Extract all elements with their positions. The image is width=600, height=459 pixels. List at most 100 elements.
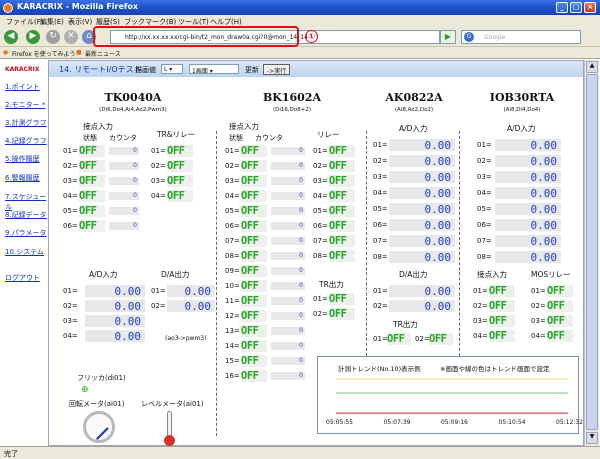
menu-edit[interactable]: 編集(E) (40, 17, 64, 27)
analog-value: 0.00 (495, 171, 561, 184)
flicker-label: フリッカ(di01) (77, 374, 126, 382)
screen-select[interactable]: 1画面 ▾ (189, 64, 239, 75)
analog-row: 06= 0.00 (477, 219, 561, 232)
go-button[interactable]: ▶ (440, 30, 456, 44)
sidebar-item-record-graph[interactable]: 4.記録グラフ (5, 136, 47, 146)
search-input[interactable]: Google (461, 30, 581, 44)
scroll-down-icon[interactable]: ▼ (586, 432, 598, 444)
run-button[interactable]: ->実行 (263, 64, 291, 75)
status-value: OFF (547, 285, 573, 297)
status-value: OFF (167, 175, 193, 187)
bookmark-getting-started[interactable]: Firefox を使ってみよう (12, 49, 75, 58)
level-meter-label: レベルメータ(ai01) (141, 400, 204, 408)
status-value: OFF (241, 310, 267, 322)
module-spec: (Ai8,Di4,Do4) (503, 107, 541, 113)
trend-time-label: 05:10:54 (498, 419, 526, 426)
divider (459, 131, 460, 356)
status-value: OFF (547, 300, 573, 312)
sidebar-item-system[interactable]: 10.システム (5, 247, 44, 257)
counter-value: 0 (271, 357, 305, 365)
vertical-scrollbar[interactable]: ▲ ▼ (584, 60, 599, 446)
sidebar-item-record-data[interactable]: 8.記録データ (5, 210, 47, 220)
sidebar-item-logout[interactable]: ログアウト (5, 273, 40, 283)
channel-label: 06= (63, 222, 78, 230)
state-label: 状態 (229, 134, 243, 142)
bookmark-latest-news[interactable]: 最新ニュース (85, 49, 121, 58)
close-button[interactable]: × (584, 2, 596, 13)
counter-value: 0 (271, 252, 305, 260)
stop-icon[interactable]: ✕ (64, 30, 78, 44)
reload-icon[interactable]: ↻ (46, 30, 60, 44)
draw-value-select[interactable]: L ▾ (161, 64, 183, 74)
trend-chart-panel: 計測トレンド(No.10)表示例 ※画面や線の色はトレンド画面で設定 05:05… (317, 356, 583, 434)
counter-value: 0 (271, 372, 305, 380)
status-value: OFF (241, 265, 267, 277)
analog-row: 07= 0.00 (373, 235, 455, 248)
io-row: 03= OFF (151, 175, 193, 187)
io-row: 05= OFF (313, 205, 355, 217)
io-row: 04= OFF (473, 330, 515, 342)
io-row: 13= OFF 0 (225, 325, 305, 337)
status-text: 完了 (4, 450, 18, 458)
analog-row: 02= 0.00 (373, 155, 455, 168)
status-value: OFF (241, 370, 267, 382)
module-title: AK0822A (385, 91, 443, 104)
module-title: TK0040A (104, 91, 162, 104)
io-row: 01= OFF 0 (225, 145, 305, 157)
sidebar-item-point[interactable]: 1.ポイント (5, 82, 40, 92)
status-value: OFF (241, 295, 267, 307)
channel-label: 06= (373, 221, 388, 229)
counter-value: 0 (271, 192, 305, 200)
channel-label: 08= (373, 253, 388, 261)
analog-row: 04= 0.00 (63, 330, 145, 343)
counter-value: 0 (271, 282, 305, 290)
channel-label: 04= (473, 332, 488, 340)
status-value: OFF (241, 340, 267, 352)
google-icon[interactable]: G (464, 32, 474, 42)
analog-value: 0.00 (495, 139, 561, 152)
channel-label: 06= (313, 222, 328, 230)
sidebar-item-monitor[interactable]: 2.モニター * (5, 100, 45, 110)
bookmarks-toolbar: ● Firefox を使ってみよう ■ 最新ニュース (0, 47, 600, 59)
menu-file[interactable]: ファイル(F) (6, 17, 44, 27)
channel-label: 03= (151, 177, 166, 185)
di-label: 接点入力 (229, 122, 259, 131)
counter-value: 0 (271, 342, 305, 350)
pwm-note: (ao3->pwm3) (165, 335, 207, 342)
io-row: 02= OFF (473, 300, 515, 312)
channel-label: 04= (225, 192, 240, 200)
status-value: OFF (329, 293, 355, 305)
channel-label: 04= (477, 189, 492, 197)
io-row: 01= OFF (313, 293, 355, 305)
analog-value: 0.00 (85, 300, 145, 313)
maximize-button[interactable]: □ (570, 2, 582, 13)
status-value: OFF (241, 250, 267, 262)
io-row: 06= OFF 0 (225, 220, 305, 232)
channel-label: 02= (151, 162, 166, 170)
menu-view[interactable]: 表示(V) (68, 17, 92, 27)
counter-value: 0 (109, 222, 139, 230)
sidebar-item-alarm-history[interactable]: 6.警報履歴 (5, 173, 40, 183)
sidebar-item-measure-graph[interactable]: 3.計測グラフ (5, 118, 47, 128)
analog-row: 01= 0.00 (63, 285, 145, 298)
channel-label: 10= (225, 282, 240, 290)
analog-row: 07= 0.00 (477, 235, 561, 248)
sidebar-item-schedule[interactable]: 7.スケジュール (5, 192, 48, 212)
channel-label: 01= (313, 295, 328, 303)
counter-value: 0 (109, 192, 139, 200)
io-row: 04= OFF 0 (225, 190, 305, 202)
forward-icon[interactable]: ▶ (26, 30, 40, 44)
scroll-thumb[interactable] (586, 74, 598, 430)
analog-value: 0.00 (389, 219, 455, 232)
minimize-button[interactable]: _ (556, 2, 568, 13)
sidebar-item-parameter[interactable]: 9.パラメータ (5, 228, 46, 238)
channel-label: 01= (63, 287, 78, 295)
sidebar-item-operation-history[interactable]: 5.操作履歴 (5, 154, 40, 164)
status-value: OFF (167, 160, 193, 172)
counter-value: 0 (271, 162, 305, 170)
io-row: 03= OFF (313, 175, 355, 187)
ad-label: A/D入力 (399, 124, 428, 133)
scroll-up-icon[interactable]: ▲ (586, 61, 598, 73)
analog-value: 0.00 (85, 315, 145, 328)
back-icon[interactable]: ◀ (4, 30, 18, 44)
